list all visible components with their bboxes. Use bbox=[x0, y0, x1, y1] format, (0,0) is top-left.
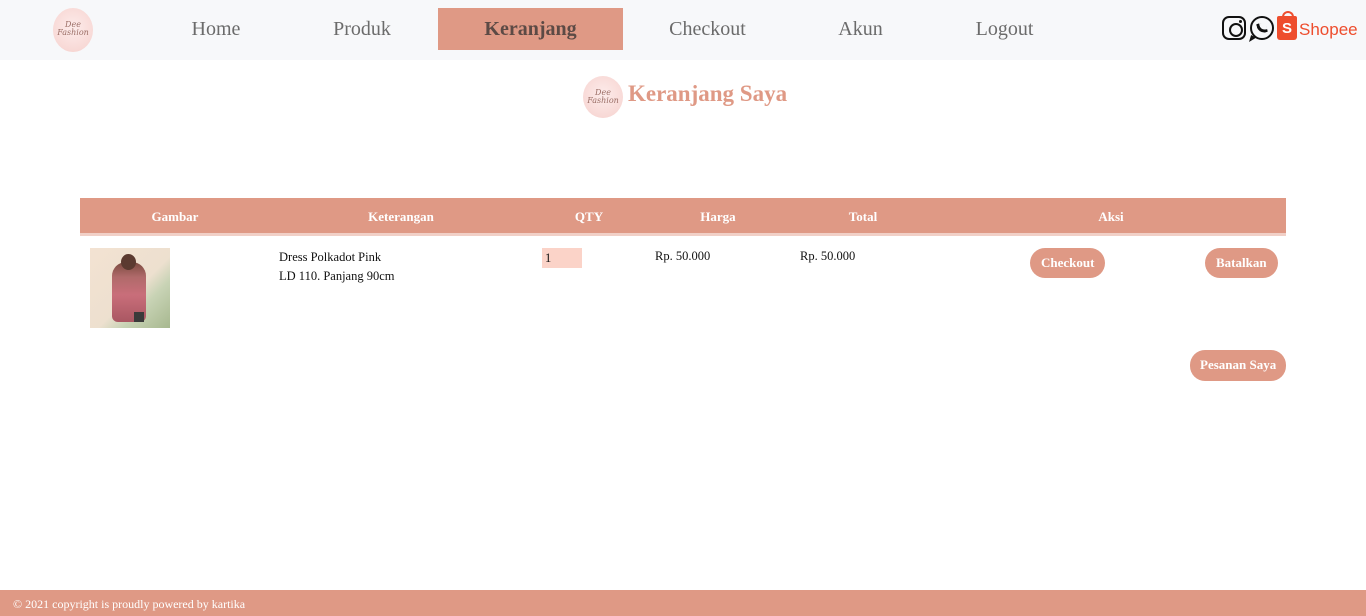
whatsapp-phone-glyph bbox=[1256, 22, 1268, 34]
nav-home[interactable]: Home bbox=[153, 8, 279, 50]
shopee-icon[interactable]: S bbox=[1277, 11, 1297, 40]
cart-table: Gambar Keterangan QTY Harga Total Aksi bbox=[80, 198, 1286, 236]
product-detail: LD 110. Panjang 90cm bbox=[279, 269, 395, 283]
page-title-logo: Dee Fashion bbox=[583, 76, 623, 118]
brand-logo[interactable]: Dee Fashion bbox=[53, 8, 93, 52]
instagram-icon[interactable] bbox=[1222, 16, 1246, 40]
page-title: Keranjang Saya bbox=[628, 81, 788, 106]
product-image-head bbox=[121, 254, 136, 270]
product-name: Dress Polkadot Pink bbox=[279, 250, 382, 264]
quantity-input[interactable] bbox=[542, 248, 582, 268]
nav-logout[interactable]: Logout bbox=[942, 8, 1067, 50]
checkout-button[interactable]: Checkout bbox=[1030, 248, 1106, 278]
shopee-link[interactable]: Shopee bbox=[1299, 20, 1358, 40]
navbar: Dee Fashion Home Produk Keranjang Checko… bbox=[0, 0, 1366, 60]
column-header-gambar: Gambar bbox=[151, 209, 199, 224]
product-image-phone bbox=[134, 312, 144, 322]
nav-keranjang[interactable]: Keranjang bbox=[438, 8, 623, 50]
brand-logo-word-2: Fashion bbox=[57, 28, 89, 37]
product-price: Rp. 50.000 bbox=[655, 249, 711, 263]
column-header-keterangan: Keterangan bbox=[368, 209, 434, 224]
product-image bbox=[90, 248, 170, 328]
cart-table-header: Gambar Keterangan QTY Harga Total Aksi bbox=[80, 198, 1286, 236]
nav-produk[interactable]: Produk bbox=[300, 8, 424, 50]
column-header-aksi: Aksi bbox=[1098, 209, 1124, 224]
my-orders-button[interactable]: Pesanan Saya bbox=[1190, 350, 1287, 381]
column-header-harga: Harga bbox=[700, 209, 736, 224]
footer: © 2021 copyright is proudly powered by k… bbox=[0, 590, 1366, 616]
page-title-logo-text: Dee Fashion bbox=[583, 89, 623, 105]
nav-checkout[interactable]: Checkout bbox=[645, 8, 770, 50]
column-header-qty: QTY bbox=[574, 209, 604, 224]
footer-copyright: © 2021 copyright is proudly powered by k… bbox=[13, 597, 246, 611]
brand-logo-text: Dee Fashion bbox=[53, 21, 93, 37]
cancel-button[interactable]: Batalkan bbox=[1205, 248, 1278, 278]
page-title-logo-word-2: Fashion bbox=[587, 96, 619, 105]
nav-akun[interactable]: Akun bbox=[798, 8, 923, 50]
page-header: Dee Fashion Keranjang Saya bbox=[0, 76, 1366, 118]
product-description: Dress Polkadot Pink LD 110. Panjang 90cm bbox=[279, 248, 395, 286]
product-total: Rp. 50.000 bbox=[800, 249, 856, 263]
table-row: Dress Polkadot Pink LD 110. Panjang 90cm… bbox=[80, 240, 1286, 340]
whatsapp-icon[interactable] bbox=[1250, 16, 1274, 40]
column-header-total: Total bbox=[848, 209, 878, 224]
